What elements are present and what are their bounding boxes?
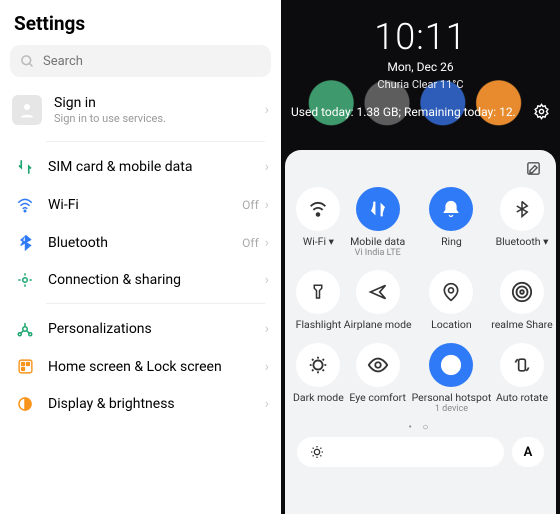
tile-auto-rotate[interactable]: Auto rotate — [491, 339, 552, 418]
search-input[interactable] — [10, 45, 271, 77]
row-label: Personalizations — [48, 321, 265, 337]
share-icon — [500, 270, 544, 314]
row-value: Off — [242, 236, 259, 250]
personalizations-icon — [12, 320, 38, 338]
tile-label: Bluetooth ▾ — [496, 235, 549, 248]
avatar — [12, 95, 42, 125]
row-bluetooth[interactable]: Bluetooth Off › — [10, 224, 271, 261]
clock-date: Mon, Dec 26 — [281, 60, 560, 74]
auto-rotate-icon — [500, 343, 544, 387]
sign-in-row[interactable]: Sign in Sign in to use services. › — [10, 87, 271, 137]
tile-location[interactable]: Location — [412, 266, 492, 335]
bell-icon — [429, 187, 473, 231]
airplane-icon — [356, 270, 400, 314]
chevron-right-icon: › — [265, 235, 269, 251]
hotspot-icon — [429, 343, 473, 387]
tile-eye-comfort[interactable]: Eye comfort — [344, 339, 412, 418]
tile-label: Eye comfort — [349, 391, 406, 404]
tile-label: Dark mode — [293, 391, 344, 404]
tiles-grid: Wi-Fi ▾ Mobile data Vi India LTE Ring — [293, 183, 548, 418]
page-indicator: • ○ — [293, 422, 548, 433]
connection-sharing-icon — [12, 271, 38, 289]
data-usage-bar[interactable]: Used today: 1.38 GB; Remaining today: 12… — [281, 97, 560, 126]
row-label: Connection & sharing — [48, 272, 265, 288]
tile-label: Wi-Fi ▾ — [303, 235, 334, 248]
bluetooth-icon — [500, 187, 544, 231]
tile-label: Airplane mode — [344, 318, 412, 331]
row-sim-card[interactable]: SIM card & mobile data › — [10, 148, 271, 186]
brightness-icon — [309, 444, 325, 460]
tile-dark-mode[interactable]: Dark mode — [293, 339, 344, 418]
page-title: Settings — [14, 12, 271, 35]
tile-wifi[interactable]: Wi-Fi ▾ — [293, 183, 344, 262]
bluetooth-icon — [12, 234, 38, 251]
tile-bluetooth[interactable]: Bluetooth ▾ — [491, 183, 552, 262]
mobile-data-icon — [356, 187, 400, 231]
flashlight-icon — [296, 270, 340, 314]
chevron-right-icon: › — [265, 159, 269, 175]
clock-time: 10:11 — [281, 16, 560, 58]
tile-flashlight[interactable]: Flashlight — [293, 266, 344, 335]
tile-personal-hotspot[interactable]: Personal hotspot 1 device — [412, 339, 492, 418]
tile-label: Ring — [441, 235, 462, 248]
tile-label: Mobile data — [350, 235, 405, 248]
tile-sublabel: 1 device — [435, 404, 468, 414]
brightness-slider[interactable] — [297, 437, 504, 467]
tile-label: Personal hotspot — [412, 391, 492, 404]
display-brightness-icon — [12, 395, 38, 413]
dark-mode-icon — [296, 343, 340, 387]
status-clock: 10:11 Mon, Dec 26 Churia Clear 11°C — [281, 0, 560, 91]
weather-text: Churia Clear 11°C — [281, 78, 560, 91]
row-value: Off — [242, 198, 259, 212]
row-personalizations[interactable]: Personalizations › — [10, 310, 271, 348]
chevron-right-icon: › — [265, 321, 269, 337]
quick-settings-panel: Wi-Fi ▾ Mobile data Vi India LTE Ring — [285, 150, 556, 514]
tile-label: Auto rotate — [496, 391, 548, 404]
sign-in-subtitle: Sign in to use services. — [54, 112, 265, 125]
gear-icon[interactable] — [533, 103, 550, 120]
chevron-right-icon: › — [265, 396, 269, 412]
tile-realme-share[interactable]: realme Share — [491, 266, 552, 335]
eye-icon — [356, 343, 400, 387]
divider — [46, 141, 265, 142]
tile-label: realme Share — [491, 318, 552, 331]
chevron-right-icon: › — [265, 197, 269, 213]
row-display-brightness[interactable]: Display & brightness › — [10, 385, 271, 423]
search-field[interactable] — [43, 54, 261, 69]
divider — [46, 303, 265, 304]
brightness-row: A — [293, 437, 548, 471]
auto-brightness-button[interactable]: A — [512, 437, 544, 467]
sign-in-title: Sign in — [54, 95, 265, 111]
tile-sublabel: Vi India LTE — [355, 248, 401, 258]
sim-data-icon — [12, 158, 38, 176]
row-label: Display & brightness — [48, 396, 265, 412]
quick-settings-screen: 10:11 Mon, Dec 26 Churia Clear 11°C Used… — [281, 0, 560, 514]
tile-ring[interactable]: Ring — [412, 183, 492, 262]
location-icon — [429, 270, 473, 314]
row-wifi[interactable]: Wi-Fi Off › — [10, 186, 271, 224]
edit-tiles-button[interactable] — [293, 160, 548, 181]
row-home-lock-screen[interactable]: Home screen & Lock screen › — [10, 348, 271, 385]
row-connection-sharing[interactable]: Connection & sharing › — [10, 261, 271, 299]
tile-airplane-mode[interactable]: Airplane mode — [344, 266, 412, 335]
search-icon — [20, 54, 35, 69]
chevron-right-icon: › — [265, 102, 269, 118]
row-label: Home screen & Lock screen — [48, 359, 265, 375]
chevron-right-icon: › — [265, 272, 269, 288]
row-label: SIM card & mobile data — [48, 159, 265, 175]
wifi-icon — [296, 187, 340, 231]
settings-screen: Settings Sign in Sign in to use services… — [0, 0, 281, 514]
tile-mobile-data[interactable]: Mobile data Vi India LTE — [344, 183, 412, 262]
home-screen-icon — [12, 358, 38, 375]
row-label: Bluetooth — [48, 235, 242, 251]
usage-text: Used today: 1.38 GB; Remaining today: 12… — [291, 105, 516, 119]
tile-label: Flashlight — [296, 318, 342, 331]
tile-label: Location — [431, 318, 472, 331]
chevron-right-icon: › — [265, 359, 269, 375]
row-label: Wi-Fi — [48, 197, 242, 213]
wifi-icon — [12, 196, 38, 214]
